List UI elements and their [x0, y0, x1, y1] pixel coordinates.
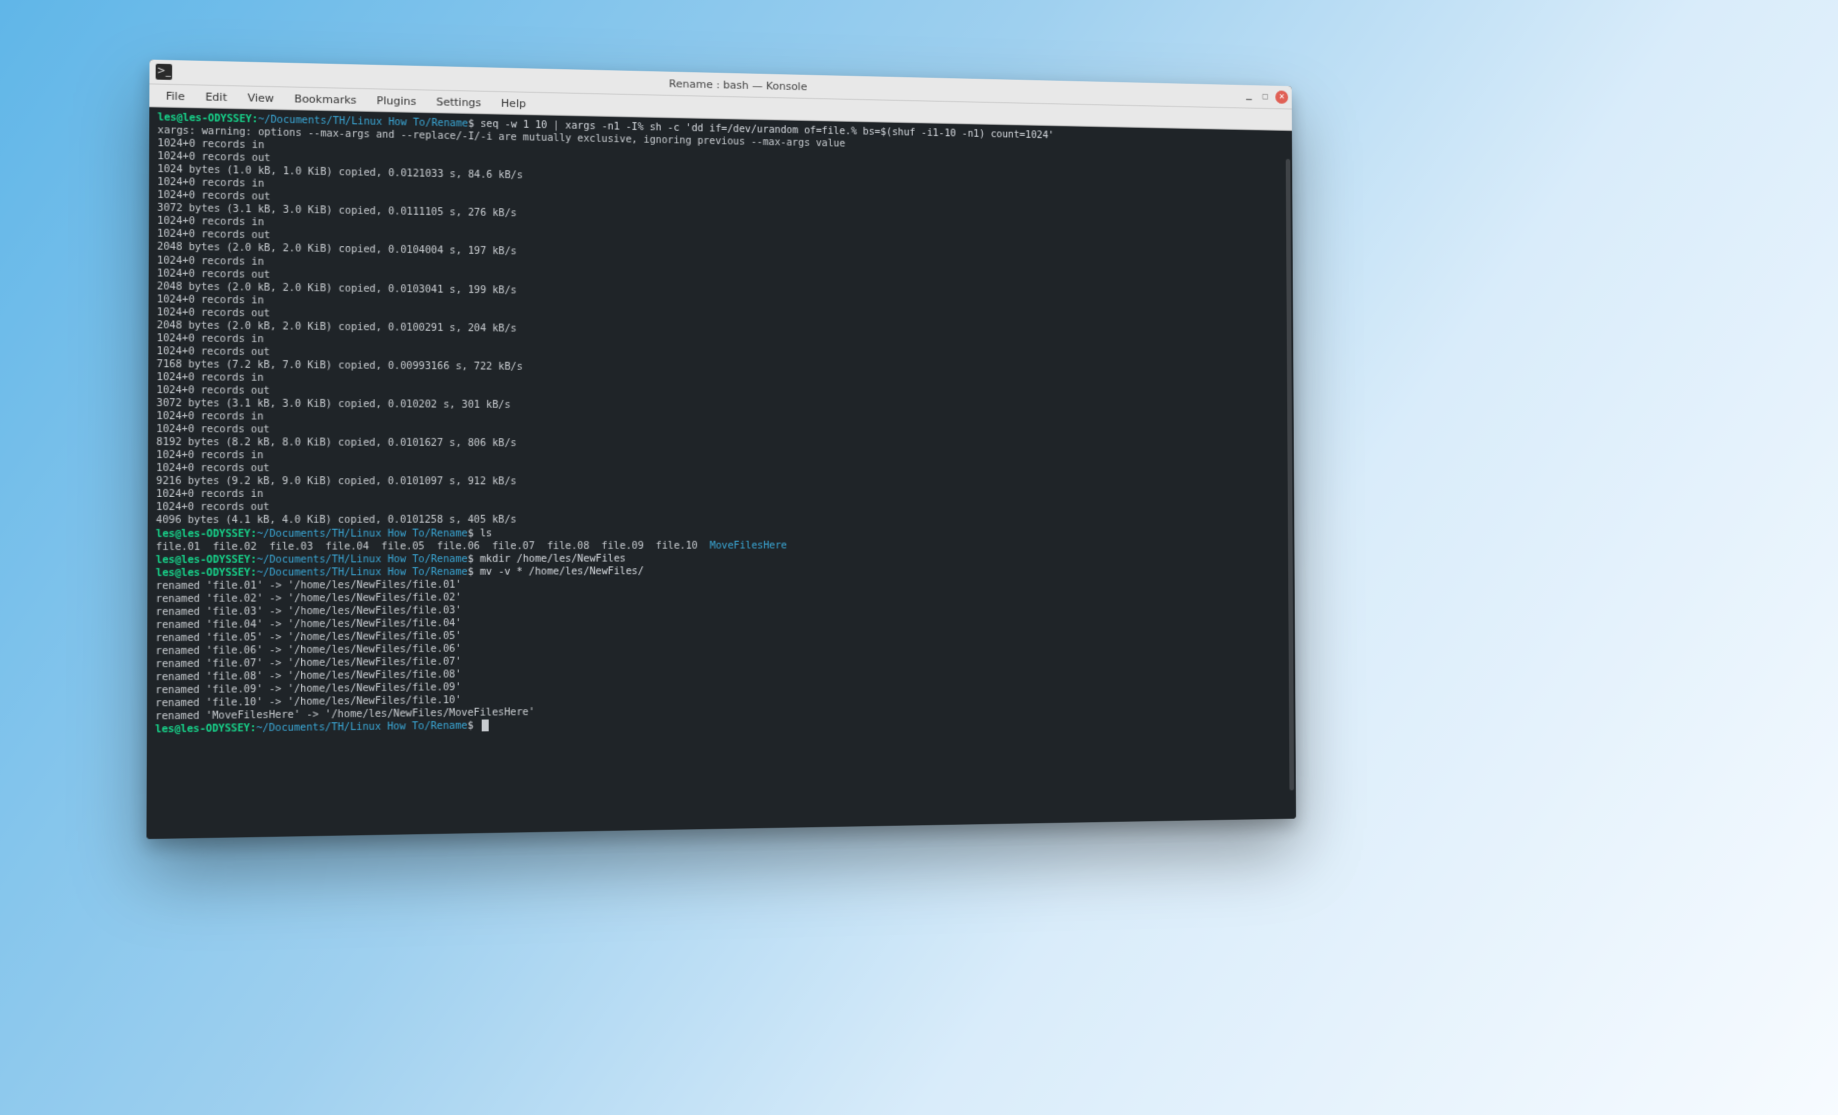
prompt-path: ~/Documents/TH/Linux How To/Rename: [257, 528, 468, 539]
window-controls: ▁ ▢ ✕: [1242, 90, 1288, 104]
prompt-user-host: les@les-ODYSSEY: [155, 723, 250, 735]
terminal-icon: >_: [157, 67, 171, 77]
menu-plugins[interactable]: Plugins: [367, 92, 427, 110]
menu-file[interactable]: File: [156, 87, 196, 105]
konsole-window[interactable]: >_ Rename : bash — Konsole ▁ ▢ ✕ File Ed…: [146, 60, 1296, 839]
prompt-path: ~/Documents/TH/Linux How To/Rename: [256, 721, 467, 734]
prompt-user-host: les@les-ODYSSEY: [158, 112, 252, 125]
command-text: ls: [480, 528, 492, 539]
command-text: mv -v * /home/les/NewFiles/: [480, 566, 644, 577]
prompt-user-host: les@les-ODYSSEY: [156, 567, 251, 578]
menu-help[interactable]: Help: [491, 94, 536, 112]
prompt-path: ~/Documents/TH/Linux How To/Rename: [257, 554, 468, 566]
prompt-user-host: les@les-ODYSSEY: [156, 554, 251, 565]
terminal-line: 1024+0 records in: [156, 488, 1287, 501]
terminal-line: 9216 bytes (9.2 kB, 9.0 KiB) copied, 0.0…: [156, 475, 1287, 489]
menu-edit[interactable]: Edit: [195, 88, 237, 106]
command-text: mkdir /home/les/NewFiles: [480, 553, 626, 564]
maximize-button[interactable]: ▢: [1259, 90, 1272, 103]
terminal-line: 1024+0 records out: [156, 501, 1287, 514]
directory-name: MoveFilesHere: [710, 540, 787, 551]
menu-settings[interactable]: Settings: [426, 93, 491, 111]
prompt-user-host: les@les-ODYSSEY: [156, 528, 251, 539]
terminal-viewport[interactable]: les@les-ODYSSEY:~/Documents/TH/Linux How…: [146, 107, 1296, 839]
menu-view[interactable]: View: [237, 89, 284, 107]
menu-bookmarks[interactable]: Bookmarks: [284, 90, 366, 108]
app-icon: >_: [156, 64, 173, 80]
cursor: [482, 720, 489, 732]
close-button[interactable]: ✕: [1275, 90, 1288, 103]
prompt-path: ~/Documents/TH/Linux How To/Rename: [257, 567, 468, 579]
minimize-button[interactable]: ▁: [1242, 90, 1255, 103]
